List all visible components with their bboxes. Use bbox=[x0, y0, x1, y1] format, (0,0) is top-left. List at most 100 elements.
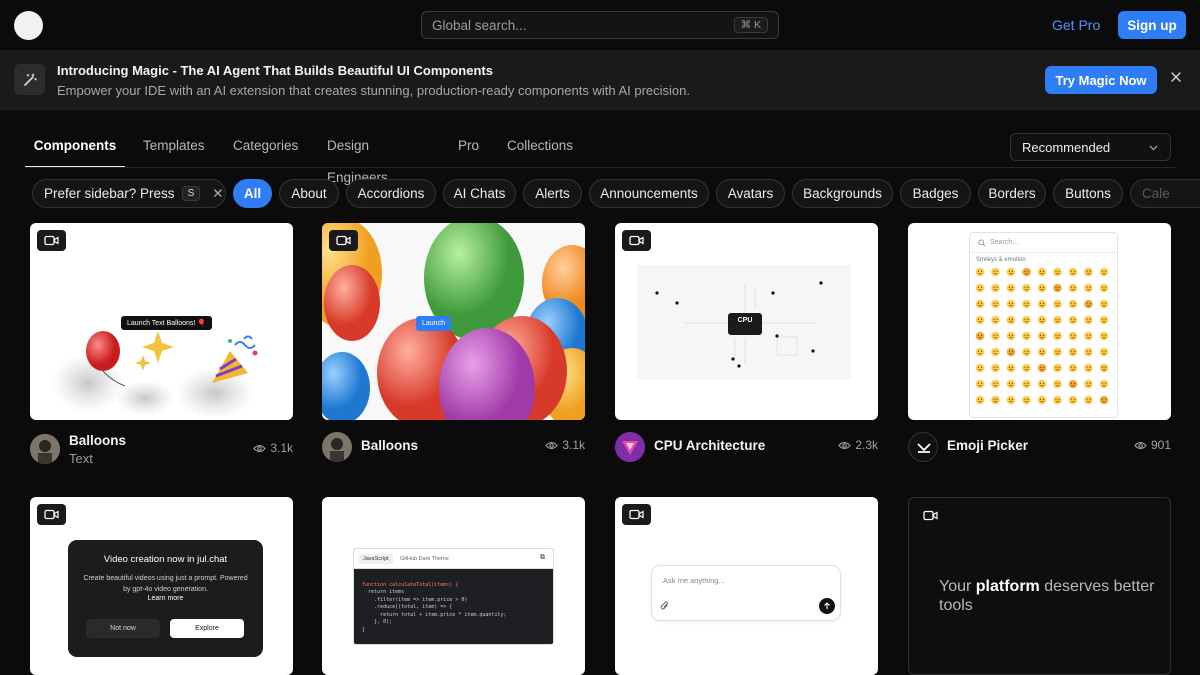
component-card-preview[interactable]: Launch bbox=[322, 223, 585, 420]
emoji-item bbox=[1037, 363, 1047, 373]
filter-pill-calendar[interactable]: Cale bbox=[1130, 179, 1200, 208]
banner-title: Introducing Magic - The AI Agent That Bu… bbox=[57, 63, 493, 78]
emoji-item bbox=[1068, 347, 1078, 357]
explore-button: Explore bbox=[170, 619, 244, 638]
sort-select[interactable]: Recommended bbox=[1010, 133, 1171, 161]
emoji-item bbox=[1084, 347, 1093, 357]
launch-balloons-button: Launch Text Balloons! 🎈 bbox=[121, 316, 213, 330]
emoji-search-field: Search... bbox=[970, 233, 1117, 253]
component-card-preview[interactable]: Launch Text Balloons! 🎈 bbox=[30, 223, 293, 420]
eye-icon bbox=[1134, 441, 1147, 449]
emoji-item bbox=[1053, 283, 1062, 293]
emoji-section-label: Smileys & emotion bbox=[976, 257, 1026, 263]
emoji-item bbox=[1053, 379, 1062, 389]
avatar[interactable] bbox=[30, 434, 60, 464]
emoji-item bbox=[1006, 379, 1016, 389]
dialog-title: Video creation now in jul.chat bbox=[103, 554, 228, 565]
emoji-item bbox=[991, 347, 1000, 357]
component-name[interactable]: Balloons bbox=[69, 433, 126, 448]
filter-pill-avatars[interactable]: Avatars bbox=[716, 179, 785, 208]
emoji-item bbox=[1053, 315, 1062, 325]
tab-categories[interactable]: Categories bbox=[233, 130, 298, 168]
component-card-preview[interactable]: JavaScript GitHub Dark Theme ⧉ function … bbox=[322, 497, 585, 675]
filter-pill-borders[interactable]: Borders bbox=[978, 179, 1046, 208]
code-tab-active: JavaScript bbox=[359, 554, 393, 564]
emoji-item bbox=[1053, 267, 1062, 277]
search-icon bbox=[978, 238, 986, 247]
emoji-item bbox=[1037, 283, 1047, 293]
filter-pill-all[interactable]: All bbox=[233, 179, 272, 208]
component-card-preview[interactable]: Your platform deserves better tools bbox=[908, 497, 1171, 675]
balloons-preview bbox=[322, 223, 585, 420]
get-pro-link[interactable]: Get Pro bbox=[1052, 17, 1100, 33]
filter-pill-ai-chats[interactable]: AI Chats bbox=[443, 179, 516, 208]
emoji-item bbox=[1084, 363, 1093, 373]
filter-pill-buttons[interactable]: Buttons bbox=[1053, 179, 1123, 208]
filter-pill-about[interactable]: About bbox=[279, 179, 339, 208]
video-camera-icon bbox=[916, 505, 945, 526]
send-button bbox=[819, 598, 835, 614]
component-name[interactable]: Balloons bbox=[361, 438, 418, 453]
close-icon[interactable]: ✕ bbox=[212, 186, 223, 202]
emoji-item bbox=[975, 363, 985, 373]
tab-components[interactable]: Components bbox=[25, 130, 125, 168]
emoji-search-placeholder: Search... bbox=[990, 239, 1019, 246]
video-camera-icon bbox=[622, 230, 651, 251]
view-count-value: 901 bbox=[1150, 438, 1171, 452]
filter-pill-backgrounds[interactable]: Backgrounds bbox=[792, 179, 893, 208]
sign-up-button[interactable]: Sign up bbox=[1118, 11, 1186, 39]
component-subtitle: Text bbox=[69, 451, 93, 466]
view-count: 3.1k bbox=[545, 438, 585, 452]
emoji-item bbox=[1053, 363, 1062, 373]
code-tab-bar: JavaScript GitHub Dark Theme ⧉ bbox=[354, 549, 553, 569]
emoji-item bbox=[1037, 299, 1047, 309]
sort-selected-label: Recommended bbox=[1022, 139, 1111, 155]
site-logo[interactable] bbox=[14, 11, 43, 40]
emoji-item bbox=[1022, 267, 1031, 277]
banner-subtitle: Empower your IDE with an AI extension th… bbox=[57, 83, 691, 98]
avatar[interactable] bbox=[615, 432, 645, 462]
emoji-item bbox=[1084, 379, 1093, 389]
filter-pill-alerts[interactable]: Alerts bbox=[523, 179, 582, 208]
code-line: return total + item.price * item.quantit… bbox=[362, 611, 507, 618]
video-camera-icon bbox=[37, 230, 66, 251]
component-name[interactable]: CPU Architecture bbox=[654, 438, 765, 453]
avatar[interactable] bbox=[908, 432, 938, 462]
component-card-preview[interactable]: CPU bbox=[615, 223, 878, 420]
emoji-item bbox=[1099, 395, 1109, 405]
avatar[interactable] bbox=[322, 432, 352, 462]
emoji-item bbox=[1084, 267, 1093, 277]
tab-design-engineers[interactable]: Design Engineers bbox=[327, 130, 388, 185]
filter-pill-badges[interactable]: Badges bbox=[900, 179, 971, 208]
chat-input-box: Ask me anything... bbox=[651, 565, 841, 621]
code-line: } bbox=[362, 626, 366, 633]
tab-pro[interactable]: Pro bbox=[458, 130, 479, 168]
emoji-grid bbox=[975, 267, 1109, 405]
emoji-item bbox=[1053, 331, 1062, 341]
component-name[interactable]: Emoji Picker bbox=[947, 438, 1028, 453]
filter-pill-accordions[interactable]: Accordions bbox=[346, 179, 436, 208]
chevron-down-icon bbox=[1149, 145, 1158, 150]
close-icon[interactable] bbox=[1170, 71, 1182, 83]
code-line: function calculateTotal(items) { bbox=[362, 581, 459, 588]
tab-collections[interactable]: Collections bbox=[507, 130, 573, 168]
emoji-item bbox=[1068, 267, 1078, 277]
eye-icon bbox=[838, 441, 852, 449]
emoji-item bbox=[1068, 395, 1078, 405]
chat-input-placeholder: Ask me anything... bbox=[663, 576, 725, 585]
component-card-preview[interactable]: Video creation now in jul.chat Create be… bbox=[30, 497, 293, 675]
code-line: }, 0); bbox=[362, 619, 393, 625]
emoji-item bbox=[1084, 315, 1093, 325]
video-camera-icon bbox=[37, 504, 66, 525]
global-search-input[interactable]: Global search... ⌘ K bbox=[421, 11, 779, 39]
emoji-item bbox=[1022, 363, 1031, 373]
view-count: 3.1k bbox=[253, 441, 293, 455]
tab-templates[interactable]: Templates bbox=[143, 130, 205, 168]
try-magic-button[interactable]: Try Magic Now bbox=[1045, 66, 1157, 94]
component-card-preview[interactable]: Search... Smileys & emotion bbox=[908, 223, 1171, 420]
code-line: return items bbox=[362, 589, 405, 595]
emoji-item bbox=[1084, 395, 1093, 405]
component-card-preview[interactable]: Ask me anything... bbox=[615, 497, 878, 675]
filter-pill-announcements[interactable]: Announcements bbox=[589, 179, 709, 208]
code-line: .reduce((total, item) => { bbox=[362, 604, 453, 610]
